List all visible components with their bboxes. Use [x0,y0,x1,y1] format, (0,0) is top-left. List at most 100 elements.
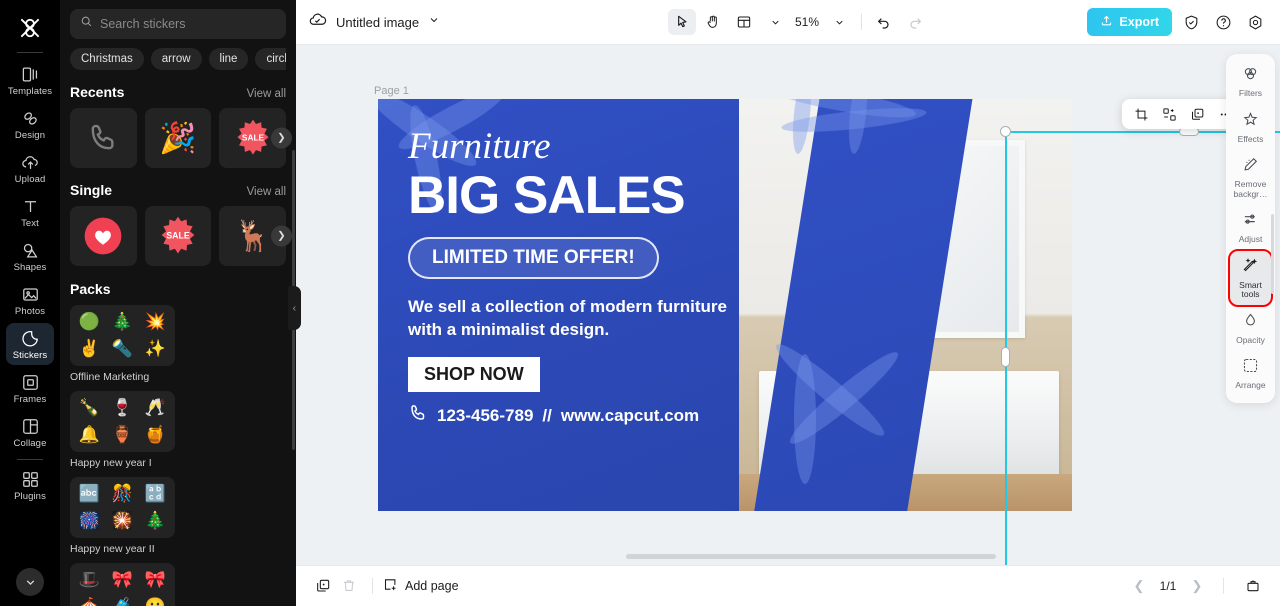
capcut-logo-icon[interactable] [10,8,50,48]
opacity-icon [1242,312,1259,334]
recents-next-button[interactable]: ❯ [271,127,292,149]
pack-sticker: 🟢 [78,311,101,331]
tool-opacity[interactable]: Opacity [1230,306,1271,351]
packs-title: Packs [70,281,111,297]
rail-divider-2 [17,459,43,460]
sidebar-item-design[interactable]: Design [6,103,54,145]
select-tool-button[interactable] [668,9,696,35]
stickers-panel: Christmas arrow line circle Recents View… [60,0,296,606]
sidebar-item-label: Stickers [12,350,48,361]
tag-chip[interactable]: line [208,48,249,70]
canvas-area[interactable]: Page 1 Furniture BIG SALES LIMITED TIME … [296,45,1280,565]
sidebar-item-label: Text [21,218,39,229]
sidebar-item-text[interactable]: Text [6,191,54,233]
search-input[interactable] [100,17,276,31]
packs-grid: 🟢 🎄 💥 ✌️ 🔦 ✨ Offline Marketing 🍾 🍷 🥂 🔔 🏺 [70,305,286,606]
pack-sticker: 🏺 [111,425,134,445]
sidebar-item-frames[interactable]: Frames [6,367,54,409]
sidebar-item-shapes[interactable]: Shapes [6,235,54,277]
chevron-right-icon[interactable]: ❯ [1187,578,1207,594]
crop-icon[interactable] [1128,102,1154,126]
sidebar-item-stickers[interactable]: Stickers [6,323,54,365]
tag-chip[interactable]: Christmas [70,48,144,70]
sidebar-item-plugins[interactable]: Plugins [6,464,54,506]
pack-preview[interactable]: 🍾 🍷 🥂 🔔 🏺 🍯 [70,391,175,452]
toolbar-divider [861,14,863,30]
sticker-item[interactable]: 🎉 [144,108,212,168]
pages-grid-icon[interactable] [1240,573,1266,599]
plugins-icon [21,470,40,489]
help-icon[interactable] [1210,9,1236,35]
pack-preview[interactable]: 🔤 🎊 🔡 🎆 🎇 🎄 [70,477,175,538]
pack-card[interactable]: 🎩 🎀 🎀 🎪 🧳 😀 Happy new year III [70,563,175,606]
tool-label: Smart tools [1239,279,1262,299]
effects-icon [1242,111,1259,133]
search-stickers-box[interactable] [70,9,286,39]
tag-chip[interactable]: arrow [150,48,202,70]
page-label: Page 1 [374,85,409,97]
shield-icon[interactable] [1178,9,1204,35]
rail-expand-button[interactable] [16,568,44,596]
artboard[interactable]: Furniture BIG SALES LIMITED TIME OFFER! … [378,99,1072,511]
bottom-bar: Add page ❮ 1/1 ❯ [296,565,1280,606]
sidebar-item-label: Plugins [14,491,46,502]
pack-sticker: ✨ [144,339,167,359]
tool-remove-background[interactable]: Remove backgr… [1230,150,1271,204]
pack-card[interactable]: 🍾 🍷 🥂 🔔 🏺 🍯 Happy new year I [70,391,175,469]
settings-icon[interactable] [1242,9,1268,35]
sticker-item[interactable]: SALE [144,206,212,266]
pack-sticker: 😀 [145,597,166,606]
sidebar-item-upload[interactable]: Upload [6,147,54,189]
svg-text:SALE: SALE [242,133,265,143]
sidebar-item-photos[interactable]: Photos [6,279,54,321]
pack-preview[interactable]: 🎩 🎀 🎀 🎪 🧳 😀 [70,563,175,606]
export-button[interactable]: Export [1087,8,1172,36]
pack-card[interactable]: 🟢 🎄 💥 ✌️ 🔦 ✨ Offline Marketing [70,305,175,383]
sidebar-item-label: Frames [13,394,47,405]
view-all-link[interactable]: View all [247,88,286,100]
tool-filters[interactable]: Filters [1230,59,1271,104]
layout-chevron-down-icon[interactable] [761,9,789,35]
undo-button[interactable] [870,9,898,35]
sidebar-item-label: Photos [14,306,46,317]
tag-chip[interactable]: circle [255,48,286,70]
selection-handle-left-middle[interactable] [1001,347,1010,367]
document-title[interactable]: Untitled image [336,15,419,30]
redo-button[interactable] [901,9,929,35]
right-toolbar-scrollbar[interactable] [1271,214,1274,294]
selection-handle-top-left[interactable] [1000,126,1011,137]
upload-icon [21,153,40,172]
sidebar-item-templates[interactable]: Templates [6,59,54,101]
layout-tool-button[interactable] [730,9,758,35]
zoom-chevron-down-icon[interactable] [825,9,853,35]
chevron-left-icon[interactable]: ❮ [1129,578,1149,594]
topbar-right: Export [1087,8,1268,36]
sidebar-item-collage[interactable]: Collage [6,411,54,453]
right-property-toolbar: Filters Effects Remove backgr… Adjust Sm… [1226,54,1275,403]
pack-preview[interactable]: 🟢 🎄 💥 ✌️ 🔦 ✨ [70,305,175,366]
duplicate-page-icon[interactable] [310,573,336,599]
document-info: Untitled image [308,10,440,34]
canvas-horizontal-scrollbar[interactable] [626,554,996,559]
tool-adjust[interactable]: Adjust [1230,205,1271,250]
tool-arrange[interactable]: Arrange [1230,351,1271,396]
duplicate-icon[interactable] [1184,102,1210,126]
bottom-divider [372,578,373,594]
sidebar-item-label: Collage [13,438,47,449]
hand-tool-button[interactable] [699,9,727,35]
single-next-button[interactable]: ❯ [271,225,292,247]
tool-effects[interactable]: Effects [1230,105,1271,150]
cutout-icon[interactable] [1156,102,1182,126]
design-icon [21,109,40,128]
panel-collapse-handle[interactable] [288,286,301,330]
text-icon [21,197,40,216]
section-title: Recents [70,84,125,100]
document-title-chevron-down-icon[interactable] [428,13,440,31]
tool-smart-tools[interactable]: Smart tools [1228,248,1273,307]
add-page-button[interactable]: Add page [383,577,459,595]
sticker-item[interactable] [70,108,137,168]
sticker-item[interactable] [70,206,137,266]
view-all-link[interactable]: View all [247,186,286,198]
delete-page-icon[interactable] [336,573,362,599]
pack-card[interactable]: 🔤 🎊 🔡 🎆 🎇 🎄 Happy new year II [70,477,175,555]
